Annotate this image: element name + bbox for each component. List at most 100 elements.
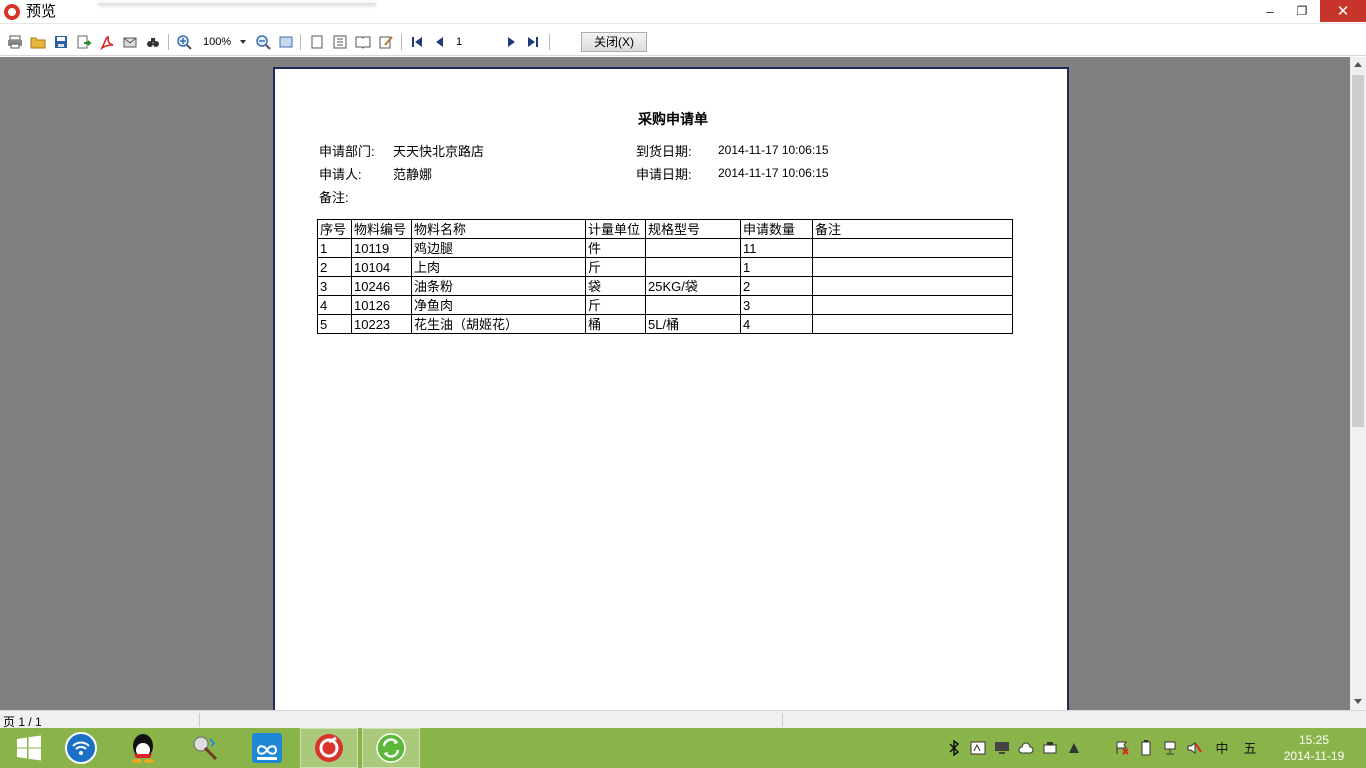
open-folder-icon[interactable] — [29, 33, 47, 51]
export-icon[interactable] — [75, 33, 93, 51]
table-row: 5 10223 花生油（胡姬花） 桶 5L/桶 4 — [317, 314, 1013, 334]
close-window-button[interactable]: ✕ — [1320, 0, 1366, 22]
usb-icon[interactable] — [1042, 740, 1058, 756]
minimize-button[interactable]: – — [1254, 0, 1286, 22]
display-icon[interactable] — [994, 740, 1010, 756]
last-page-icon[interactable] — [524, 33, 542, 51]
cloud-app-icon[interactable] — [238, 728, 296, 768]
next-page-icon[interactable] — [502, 33, 520, 51]
sync-app-taskbar-icon[interactable] — [362, 728, 420, 768]
pdf-icon[interactable] — [98, 33, 116, 51]
ime-wubi-indicator[interactable]: 五 — [1242, 739, 1258, 756]
clock[interactable]: 15:25 2014-11-19 — [1276, 732, 1352, 764]
header-cell: 规格型号 — [645, 219, 741, 239]
cell: 花生油（胡姬花） — [411, 314, 586, 334]
cell: 上肉 — [411, 257, 586, 277]
cell — [645, 257, 741, 277]
cell — [812, 314, 1013, 334]
status-bar: 页 1 / 1 — [0, 710, 1366, 729]
print-icon[interactable] — [6, 33, 24, 51]
cell: 10104 — [351, 257, 412, 277]
cell: 净鱼肉 — [411, 295, 586, 315]
prev-page-icon[interactable] — [431, 33, 449, 51]
cell: 桶 — [585, 314, 646, 334]
cell: 4 — [740, 314, 813, 334]
chevron-down-icon — [240, 40, 246, 44]
start-icon[interactable] — [0, 728, 58, 768]
header-cell: 物料名称 — [411, 219, 586, 239]
preview-area[interactable]: 采购申请单 申请部门: 天天快北京路店 到货日期: 2014-11-17 10:… — [0, 57, 1350, 710]
applicant-value: 范静娜 — [393, 167, 433, 182]
restore-button[interactable]: ❐ — [1286, 0, 1318, 22]
table-row: 4 10126 净鱼肉 斤 3 — [317, 295, 1013, 315]
volume-muted-icon[interactable] — [1186, 740, 1202, 756]
scroll-down-icon[interactable] — [1354, 699, 1362, 704]
single-page-icon[interactable] — [308, 33, 326, 51]
page-width-icon[interactable] — [331, 33, 349, 51]
cell: 10246 — [351, 276, 412, 296]
cell: 1 — [317, 238, 352, 258]
wifi-app-icon[interactable] — [52, 728, 110, 768]
vertical-scrollbar[interactable] — [1350, 57, 1366, 710]
title-shadow — [98, 0, 376, 4]
tools-app-icon[interactable] — [176, 728, 234, 768]
save-icon[interactable] — [52, 33, 70, 51]
preview-app-taskbar-icon[interactable] — [300, 728, 358, 768]
qq-icon[interactable] — [114, 728, 172, 768]
cell: 10126 — [351, 295, 412, 315]
toolbar-separator — [401, 34, 402, 50]
cell: 油条粉 — [411, 276, 586, 296]
cell — [645, 238, 741, 258]
cell — [812, 257, 1013, 277]
report-page: 采购申请单 申请部门: 天天快北京路店 到货日期: 2014-11-17 10:… — [273, 67, 1069, 710]
zoom-out-icon[interactable] — [254, 33, 272, 51]
arrival-date-value: 2014-11-17 10:06:15 — [718, 143, 829, 157]
scroll-up-icon[interactable] — [1354, 62, 1362, 67]
book-icon[interactable] — [354, 33, 372, 51]
apply-date-label: 申请日期: — [636, 167, 692, 182]
document-title: 采购申请单 — [638, 111, 708, 127]
cell: 斤 — [585, 295, 646, 315]
cloud-tray-icon[interactable] — [1018, 740, 1034, 756]
zoom-in-icon[interactable] — [175, 33, 193, 51]
apply-date-value: 2014-11-17 10:06:15 — [718, 166, 829, 180]
action-center-icon[interactable] — [1114, 740, 1130, 756]
email-icon[interactable] — [121, 33, 139, 51]
cell: 1 — [740, 257, 813, 277]
cell: 3 — [740, 295, 813, 315]
edit-icon[interactable] — [377, 33, 395, 51]
ime-toggle-icon[interactable] — [970, 740, 986, 756]
applicant-label: 申请人: — [319, 167, 362, 182]
table-header-row: 序号 物料编号 物料名称 计量单位 规格型号 申请数量 备注 — [317, 219, 1013, 239]
close-preview-button[interactable]: 关闭(X) — [581, 32, 647, 52]
arrival-date-label: 到货日期: — [636, 144, 692, 159]
cell: 2 — [740, 276, 813, 296]
scroll-thumb[interactable] — [1352, 75, 1364, 427]
security-icon[interactable] — [1066, 740, 1082, 756]
cell: 5 — [317, 314, 352, 334]
find-icon[interactable] — [144, 33, 162, 51]
status-divider — [782, 713, 783, 727]
table-row: 2 10104 上肉 斤 1 — [317, 257, 1013, 277]
table-row: 3 10246 油条粉 袋 25KG/袋 2 — [317, 276, 1013, 296]
remark-label: 备注: — [319, 190, 349, 205]
cell: 11 — [740, 238, 813, 258]
page-number-input[interactable] — [452, 33, 494, 51]
cell: 3 — [317, 276, 352, 296]
first-page-icon[interactable] — [408, 33, 426, 51]
cell: 5L/桶 — [645, 314, 741, 334]
bluetooth-icon[interactable] — [946, 740, 962, 756]
cell: 4 — [317, 295, 352, 315]
table-row: 1 10119 鸡边腿 件 11 — [317, 238, 1013, 258]
cell: 10119 — [351, 238, 412, 258]
cell — [812, 295, 1013, 315]
zoom-select[interactable]: 100% — [200, 33, 248, 51]
header-cell: 序号 — [317, 219, 352, 239]
network-icon[interactable] — [1162, 740, 1178, 756]
taskbar: 中 五 15:25 2014-11-19 — [0, 728, 1366, 768]
ime-chinese-indicator[interactable]: 中 — [1214, 739, 1230, 756]
cell: 25KG/袋 — [645, 276, 741, 296]
battery-icon[interactable] — [1138, 740, 1154, 756]
full-page-icon[interactable] — [277, 33, 295, 51]
dept-label: 申请部门: — [319, 144, 375, 159]
